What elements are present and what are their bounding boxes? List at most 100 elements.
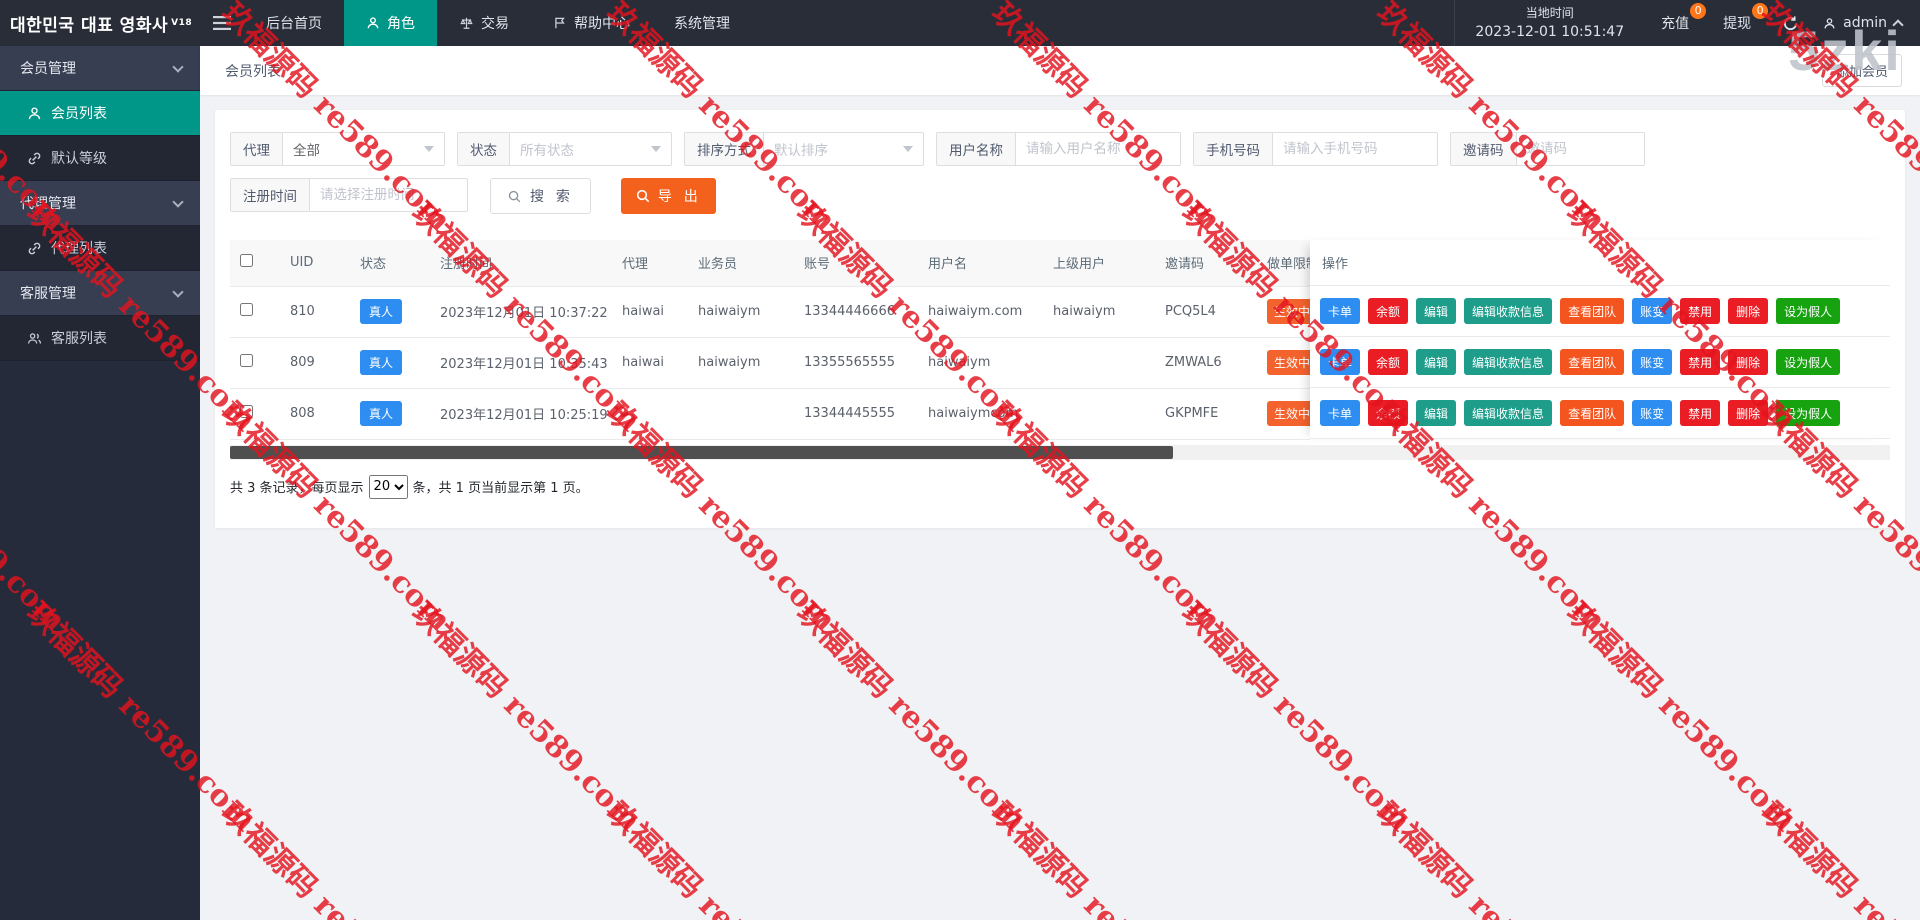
username-input[interactable] bbox=[1016, 133, 1180, 165]
cell-reg-time: 2023年12月01日 10:37:22 bbox=[430, 286, 612, 337]
balance-button[interactable]: 余额 bbox=[1368, 400, 1408, 426]
account-change-button[interactable]: 账变 bbox=[1632, 349, 1672, 375]
phone-filter: 手机号码 bbox=[1193, 132, 1438, 166]
nav-item-roles[interactable]: 角色 bbox=[344, 0, 437, 46]
edit-payment-info-button[interactable]: 编辑收款信息 bbox=[1464, 298, 1552, 324]
row-checkbox[interactable] bbox=[240, 405, 253, 418]
recharge-button[interactable]: 充值 0 bbox=[1644, 0, 1706, 46]
cell-parent-user: haiwaiym bbox=[1043, 286, 1155, 337]
agent-filter-select[interactable]: 全部 bbox=[283, 133, 444, 165]
sidebar-group-support[interactable]: 客服管理 bbox=[0, 271, 200, 316]
actions-row: 卡单 余额 编辑 编辑收款信息 查看团队 账变 禁用 删除 设为假人 bbox=[1310, 337, 1890, 388]
sidebar-item-default-level[interactable]: 默认等级 bbox=[0, 136, 200, 181]
status-filter-select[interactable]: 所有状态 bbox=[510, 133, 671, 165]
export-button[interactable]: 导 出 bbox=[621, 178, 716, 214]
edit-button[interactable]: 编辑 bbox=[1416, 298, 1456, 324]
edit-button[interactable]: 编辑 bbox=[1416, 400, 1456, 426]
person-icon bbox=[27, 106, 42, 121]
cell-parent-user bbox=[1043, 388, 1155, 439]
chevron-down-icon bbox=[172, 286, 183, 297]
sort-filter: 排序方式 默认排序 bbox=[684, 132, 924, 166]
username-filter: 用户名称 bbox=[936, 132, 1181, 166]
nav-item-dashboard[interactable]: 后台首页 bbox=[244, 0, 344, 46]
sidebar-group-agents[interactable]: 代理管理 bbox=[0, 181, 200, 226]
topbar-right: 当地时间 2023-12-01 10:51:47 充值 0 提现 0 admin bbox=[1454, 0, 1920, 46]
account-change-button[interactable]: 账变 bbox=[1632, 400, 1672, 426]
set-fake-button[interactable]: 设为假人 bbox=[1776, 349, 1840, 375]
balance-button[interactable]: 余额 bbox=[1368, 298, 1408, 324]
app-version: V18 bbox=[171, 18, 192, 28]
admin-menu[interactable]: admin bbox=[1813, 0, 1920, 46]
cell-username: haiwaiym bbox=[918, 337, 1043, 388]
cell-account: 13344446666 bbox=[794, 286, 918, 337]
row-checkbox[interactable] bbox=[240, 354, 253, 367]
nav-label: 交易 bbox=[481, 13, 509, 33]
invite-code-input[interactable] bbox=[1517, 133, 1645, 165]
invite-code-filter: 邀请码 bbox=[1450, 132, 1645, 166]
disable-button[interactable]: 禁用 bbox=[1680, 349, 1720, 375]
sidebar-item-support-list[interactable]: 客服列表 bbox=[0, 316, 200, 361]
caret-down-icon bbox=[903, 146, 913, 152]
refresh-button[interactable] bbox=[1768, 0, 1813, 46]
horizontal-scrollbar[interactable] bbox=[230, 445, 1890, 460]
sidebar-item-member-list[interactable]: 会员列表 bbox=[0, 91, 200, 136]
content-area: 代理 全部 状态 所有状态 排序方式 bbox=[200, 95, 1920, 920]
card-order-button[interactable]: 卡单 bbox=[1320, 349, 1360, 375]
view-team-button[interactable]: 查看团队 bbox=[1560, 298, 1624, 324]
view-team-button[interactable]: 查看团队 bbox=[1560, 349, 1624, 375]
member-table: UID 状态 注册时间 代理 业务员 账号 用户名 上级用户 邀请码 做单限 bbox=[230, 240, 1890, 440]
cell-invite-code: GKPMFE bbox=[1155, 388, 1257, 439]
delete-button[interactable]: 删除 bbox=[1728, 349, 1768, 375]
sidebar-item-agent-list[interactable]: 代理列表 bbox=[0, 226, 200, 271]
invite-filter-label: 邀请码 bbox=[1451, 133, 1517, 165]
nav-item-help-center[interactable]: 帮助中心 bbox=[531, 0, 652, 46]
nav-item-trade[interactable]: 交易 bbox=[437, 0, 531, 46]
withdraw-button[interactable]: 提现 0 bbox=[1706, 0, 1768, 46]
agent-filter-label: 代理 bbox=[231, 133, 283, 165]
nav-item-system[interactable]: 系统管理 bbox=[652, 0, 752, 46]
cell-username: haiwaiym.com bbox=[918, 286, 1043, 337]
account-change-button[interactable]: 账变 bbox=[1632, 298, 1672, 324]
edit-payment-info-button[interactable]: 编辑收款信息 bbox=[1464, 400, 1552, 426]
view-team-button[interactable]: 查看团队 bbox=[1560, 400, 1624, 426]
page-size-select[interactable]: 20 bbox=[369, 475, 408, 499]
cell-uid: 808 bbox=[280, 388, 350, 439]
sort-filter-select[interactable]: 默认排序 bbox=[764, 133, 923, 165]
select-all-checkbox[interactable] bbox=[240, 254, 253, 267]
sidebar-collapse-button[interactable] bbox=[200, 0, 244, 46]
search-button[interactable]: 搜 索 bbox=[490, 178, 591, 214]
set-fake-button[interactable]: 设为假人 bbox=[1776, 400, 1840, 426]
person-icon bbox=[1823, 17, 1836, 30]
sidebar-group-members[interactable]: 会员管理 bbox=[0, 46, 200, 91]
order-limit-badge: 生效中 bbox=[1267, 401, 1310, 426]
cell-salesman: haiwaiym bbox=[688, 286, 794, 337]
add-member-button[interactable]: 添加会员 bbox=[1822, 54, 1902, 87]
records-summary-suffix: 条，共 1 页当前显示第 1 页。 bbox=[413, 477, 589, 496]
status-filter-value: 所有状态 bbox=[520, 139, 574, 159]
card-order-button[interactable]: 卡单 bbox=[1320, 400, 1360, 426]
person-icon bbox=[366, 16, 380, 30]
edit-payment-info-button[interactable]: 编辑收款信息 bbox=[1464, 349, 1552, 375]
breadcrumb-bar: 会员列表 添加会员 bbox=[200, 46, 1920, 95]
cell-salesman: haiwaiym bbox=[688, 337, 794, 388]
delete-button[interactable]: 删除 bbox=[1728, 298, 1768, 324]
set-fake-button[interactable]: 设为假人 bbox=[1776, 298, 1840, 324]
disable-button[interactable]: 禁用 bbox=[1680, 298, 1720, 324]
row-checkbox[interactable] bbox=[240, 303, 253, 316]
scrollbar-thumb[interactable] bbox=[230, 446, 1173, 459]
table-row: 808 真人 2023年12月01日 10:25:19 13344445555 … bbox=[230, 388, 1310, 439]
regtime-input[interactable] bbox=[310, 179, 467, 211]
header-parent-user: 上级用户 bbox=[1043, 240, 1155, 286]
balance-button[interactable]: 余额 bbox=[1368, 349, 1408, 375]
nav-label: 角色 bbox=[387, 13, 415, 33]
disable-button[interactable]: 禁用 bbox=[1680, 400, 1720, 426]
delete-button[interactable]: 删除 bbox=[1728, 400, 1768, 426]
edit-button[interactable]: 编辑 bbox=[1416, 349, 1456, 375]
phone-input[interactable] bbox=[1273, 133, 1437, 165]
header-uid: UID bbox=[280, 240, 350, 286]
search-icon bbox=[507, 189, 522, 204]
header-agent: 代理 bbox=[612, 240, 688, 286]
card-order-button[interactable]: 卡单 bbox=[1320, 298, 1360, 324]
cell-agent: haiwai bbox=[612, 337, 688, 388]
cell-account: 13344445555 bbox=[794, 388, 918, 439]
